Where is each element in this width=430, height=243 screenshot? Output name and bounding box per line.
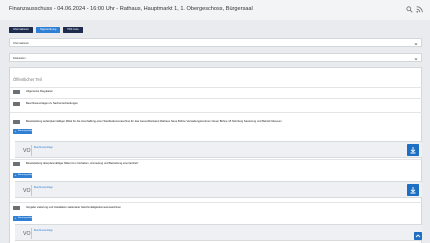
item-number-badge — [13, 162, 20, 166]
plus-icon: + — [14, 216, 17, 220]
rss-icon[interactable] — [416, 6, 423, 13]
doc-link[interactable]: Beschlussvorlage — [34, 229, 53, 232]
download-icon[interactable] — [407, 184, 419, 196]
accordion-diskussion[interactable]: Diskussion — [9, 53, 422, 62]
download-icon[interactable] — [407, 144, 419, 156]
agenda-panel: Öffentlicher Teil Allgemeine Regularien … — [9, 67, 422, 243]
plus-icon: + — [14, 173, 17, 177]
chevron-down-icon — [414, 57, 418, 60]
doc-link[interactable]: Beschlussvorlage — [34, 186, 53, 189]
tab-pdf-liste[interactable]: PDF Liste — [63, 27, 83, 33]
item-number-badge — [13, 120, 20, 124]
page-title: Finanzausschuss - 04.06.2024 - 16:00 Uhr… — [9, 6, 253, 12]
button-label: Beratungsfolge — [18, 130, 33, 132]
doc-type-prefix: VO — [23, 187, 31, 194]
divider — [10, 202, 422, 203]
beratungsfolge-button[interactable]: + Beratungsfolge — [13, 173, 33, 178]
document-row[interactable]: VO Beschlussvorlage — [15, 224, 422, 241]
button-label: Beratungsfolge — [18, 217, 33, 219]
doc-type-prefix: VO — [23, 230, 31, 237]
divider — [10, 98, 422, 99]
doc-link[interactable]: Beschlussvorlage — [34, 146, 53, 149]
document-row[interactable]: VO Beschlussvorlage — [15, 181, 422, 198]
divider — [31, 228, 32, 239]
beratungsfolge-button[interactable]: + Beratungsfolge — [13, 216, 33, 221]
agenda-item-title: Allgemeine Regularien — [26, 90, 54, 94]
section-title: Öffentlicher Teil — [13, 77, 42, 82]
agenda-item-title: Beschlussvorlagen zu Sachentscheidungen — [26, 102, 78, 106]
agenda-item-title: Bereitstellung außerplanmäßiger Mittel f… — [26, 120, 282, 124]
plus-icon: + — [14, 129, 17, 133]
button-label: Beratungsfolge — [18, 174, 33, 176]
tab-tagesordnung[interactable]: Tagesordnung — [35, 27, 61, 33]
scroll-to-top-icon[interactable] — [414, 232, 422, 240]
tab-informationen[interactable]: Informationen — [9, 27, 33, 33]
beratungsfolge-button[interactable]: + Beratungsfolge — [13, 129, 33, 134]
item-number-badge — [13, 206, 20, 210]
item-number-badge — [13, 90, 20, 94]
item-number-badge — [13, 102, 20, 106]
search-icon[interactable] — [406, 6, 413, 13]
accordion-informationen[interactable]: Informationen — [9, 38, 422, 47]
chevron-down-icon — [414, 42, 418, 45]
document-row[interactable]: VO Beschlussvorlage — [15, 141, 422, 158]
divider — [10, 87, 422, 88]
doc-type-prefix: VO — [23, 147, 31, 154]
agenda-item-title: Bereitstellung überplanmäßiger Mittel zu… — [26, 162, 139, 166]
divider — [31, 145, 32, 156]
accordion-label: Informationen — [13, 42, 29, 45]
page-header: Finanzausschuss - 04.06.2024 - 16:00 Uhr… — [0, 0, 430, 20]
accordion-label: Diskussion — [13, 57, 26, 60]
tab-bar: Informationen Tagesordnung PDF Liste — [9, 27, 83, 33]
divider — [31, 185, 32, 196]
divider — [10, 112, 422, 113]
agenda-item-title: Vergabe Lieferung und Installation stati… — [26, 206, 122, 210]
divider — [10, 159, 422, 160]
